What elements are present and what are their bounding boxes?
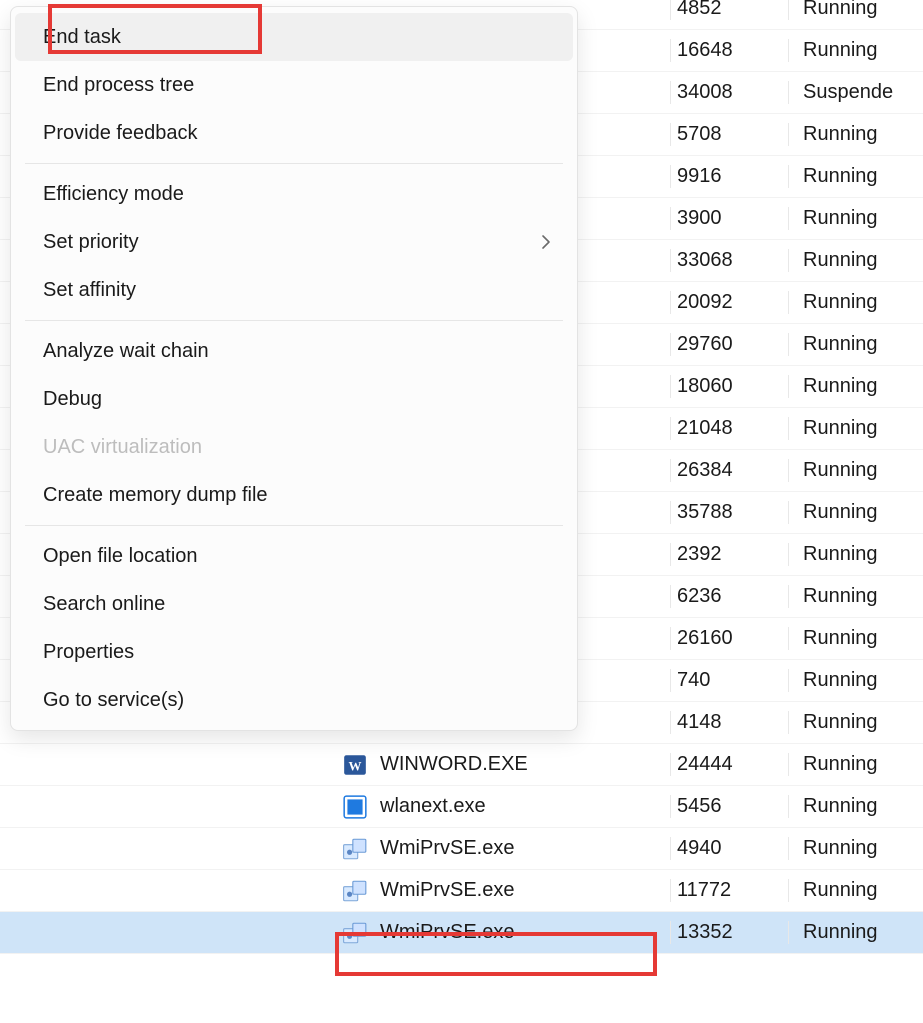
menu-item-label: Debug [43, 388, 102, 411]
process-pid: 35788 [670, 501, 788, 524]
menu-separator [25, 320, 563, 321]
process-pid: 4852 [670, 0, 788, 20]
menu-item-search-online[interactable]: Search online [15, 580, 573, 628]
menu-item-end-task[interactable]: End task [15, 13, 573, 61]
menu-item-set-affinity[interactable]: Set affinity [15, 266, 573, 314]
process-status: Running [788, 417, 923, 440]
process-name-cell: WmiPrvSE.exe [0, 834, 670, 864]
process-name-cell: WINWORD.EXE [0, 750, 670, 780]
process-name-cell: WmiPrvSE.exe [0, 918, 670, 948]
menu-item-set-priority[interactable]: Set priority [15, 218, 573, 266]
menu-item-label: Create memory dump file [43, 484, 268, 507]
word-icon [340, 750, 370, 780]
process-status: Running [788, 795, 923, 818]
process-row[interactable]: WmiPrvSE.exe 11772Running [0, 870, 923, 912]
menu-item-label: UAC virtualization [43, 436, 202, 459]
process-pid: 11772 [670, 879, 788, 902]
process-pid: 5708 [670, 123, 788, 146]
menu-separator [25, 163, 563, 164]
process-pid: 33068 [670, 249, 788, 272]
process-status: Suspende [788, 81, 923, 104]
process-pid: 740 [670, 669, 788, 692]
menu-item-analyze-wait-chain[interactable]: Analyze wait chain [15, 327, 573, 375]
menu-item-label: Set priority [43, 231, 139, 254]
process-status: Running [788, 375, 923, 398]
process-pid: 9916 [670, 165, 788, 188]
process-pid: 4148 [670, 711, 788, 734]
menu-item-open-file-location[interactable]: Open file location [15, 532, 573, 580]
wmi-icon [340, 834, 370, 864]
process-status: Running [788, 0, 923, 20]
process-name: wlanext.exe [380, 795, 486, 818]
process-status: Running [788, 627, 923, 650]
process-pid: 34008 [670, 81, 788, 104]
process-pid: 24444 [670, 753, 788, 776]
process-status: Running [788, 333, 923, 356]
wmi-icon [340, 876, 370, 906]
process-status: Running [788, 291, 923, 314]
process-pid: 4940 [670, 837, 788, 860]
menu-item-properties[interactable]: Properties [15, 628, 573, 676]
menu-item-create-memory-dump-file[interactable]: Create memory dump file [15, 471, 573, 519]
process-status: Running [788, 837, 923, 860]
process-status: Running [788, 879, 923, 902]
process-pid: 18060 [670, 375, 788, 398]
process-name: WmiPrvSE.exe [380, 879, 514, 902]
process-pid: 26160 [670, 627, 788, 650]
process-row[interactable]: WINWORD.EXE 24444Running [0, 744, 923, 786]
process-status: Running [788, 501, 923, 524]
process-status: Running [788, 249, 923, 272]
chevron-right-icon [541, 234, 551, 250]
process-status: Running [788, 543, 923, 566]
process-row[interactable]: WmiPrvSE.exe 4940Running [0, 828, 923, 870]
process-row[interactable]: wlanext.exe 5456Running [0, 786, 923, 828]
process-pid: 26384 [670, 459, 788, 482]
process-pid: 5456 [670, 795, 788, 818]
process-status: Running [788, 585, 923, 608]
process-pid: 20092 [670, 291, 788, 314]
menu-item-label: Search online [43, 593, 165, 616]
process-pid: 3900 [670, 207, 788, 230]
menu-item-efficiency-mode[interactable]: Efficiency mode [15, 170, 573, 218]
process-pid: 2392 [670, 543, 788, 566]
process-pid: 13352 [670, 921, 788, 944]
menu-item-go-to-service-s[interactable]: Go to service(s) [15, 676, 573, 724]
menu-item-label: Open file location [43, 545, 198, 568]
menu-item-provide-feedback[interactable]: Provide feedback [15, 109, 573, 157]
process-pid: 29760 [670, 333, 788, 356]
process-name: WINWORD.EXE [380, 753, 528, 776]
menu-item-label: Properties [43, 641, 134, 664]
process-status: Running [788, 165, 923, 188]
process-name: WmiPrvSE.exe [380, 921, 514, 944]
process-status: Running [788, 669, 923, 692]
process-status: Running [788, 123, 923, 146]
menu-separator [25, 525, 563, 526]
process-status: Running [788, 459, 923, 482]
menu-item-label: End process tree [43, 74, 194, 97]
process-status: Running [788, 207, 923, 230]
process-name-cell: wlanext.exe [0, 792, 670, 822]
wmi-icon [340, 918, 370, 948]
process-status: Running [788, 39, 923, 62]
process-pid: 21048 [670, 417, 788, 440]
menu-item-uac-virtualization: UAC virtualization [15, 423, 573, 471]
wlan-icon [340, 792, 370, 822]
process-name-cell: WmiPrvSE.exe [0, 876, 670, 906]
menu-item-label: Set affinity [43, 279, 136, 302]
menu-item-label: Analyze wait chain [43, 340, 209, 363]
menu-item-label: Go to service(s) [43, 689, 184, 712]
process-name: WmiPrvSE.exe [380, 837, 514, 860]
process-pid: 6236 [670, 585, 788, 608]
context-menu: End task End process tree Provide feedback… [10, 6, 578, 731]
menu-item-label: Provide feedback [43, 122, 198, 145]
process-status: Running [788, 711, 923, 734]
process-pid: 16648 [670, 39, 788, 62]
menu-item-label: Efficiency mode [43, 183, 184, 206]
menu-item-debug[interactable]: Debug [15, 375, 573, 423]
process-row[interactable]: WmiPrvSE.exe 13352Running [0, 912, 923, 954]
menu-item-label: End task [43, 26, 121, 49]
process-status: Running [788, 921, 923, 944]
process-status: Running [788, 753, 923, 776]
menu-item-end-process-tree[interactable]: End process tree [15, 61, 573, 109]
